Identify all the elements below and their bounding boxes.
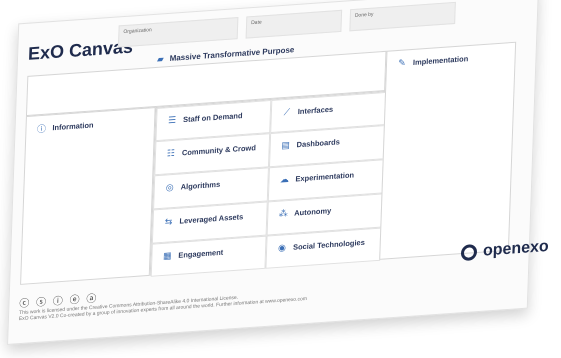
information-label: Information: [52, 120, 94, 133]
social-technologies-icon: ◉: [278, 241, 287, 253]
implementation-icon: ✎: [398, 56, 406, 68]
information-panel[interactable]: ⓘ Information: [20, 107, 156, 285]
leveraged-assets-icon: ⇆: [164, 215, 173, 227]
mtp-icon: ▰: [157, 54, 164, 64]
cell-engagement[interactable]: ▦ Engagement: [150, 235, 267, 277]
date-label: Date: [251, 19, 262, 27]
social-technologies-label: Social Technologies: [292, 237, 366, 252]
experimentation-icon: ☁: [279, 173, 290, 185]
brand-name: openexo: [482, 237, 549, 260]
dashboards-label: Dashboards: [296, 137, 341, 150]
leveraged-assets-label: Leveraged Assets: [179, 212, 244, 226]
done-by-field[interactable]: Done by: [349, 1, 456, 32]
organization-field[interactable]: Organization: [117, 17, 239, 48]
experimentation-label: Experimentation: [295, 170, 355, 184]
implementation-panel[interactable]: ✎ Implementation: [379, 41, 517, 260]
algorithm-icon: ◎: [165, 181, 174, 193]
engagement-label: Engagement: [178, 247, 224, 260]
exo-attributes-grid: ☰ Staff on Demand ☷ Community & Crowd ◎ …: [149, 90, 387, 277]
done-by-label: Done by: [354, 11, 374, 19]
engagement-icon: ▦: [162, 249, 172, 261]
autonomy-icon: ⁂: [278, 207, 288, 219]
staff-icon: ☰: [167, 114, 177, 125]
date-field[interactable]: Date: [245, 9, 343, 39]
staff-on-demand-label: Staff on Demand: [182, 110, 243, 125]
canvas-sheet: ExO Canvas Organization Date Done by ▰ M…: [0, 0, 561, 358]
dashboards-icon: ▤: [281, 139, 291, 150]
community-crowd-label: Community & Crowd: [181, 143, 257, 158]
cell-social-technologies[interactable]: ◉ Social Technologies: [265, 227, 382, 269]
implementation-label: Implementation: [412, 54, 469, 68]
organization-label: Organization: [123, 27, 152, 36]
interfaces-label: Interfaces: [297, 104, 334, 117]
openexo-mark-icon: [460, 243, 478, 262]
community-icon: ☷: [166, 147, 176, 158]
algorithms-label: Algorithms: [180, 179, 221, 192]
autonomy-label: Autonomy: [294, 206, 332, 218]
info-icon: ⓘ: [36, 123, 47, 134]
interfaces-icon: ⟋: [283, 106, 291, 117]
exo-canvas-paper: ExO Canvas Organization Date Done by ▰ M…: [7, 0, 549, 345]
